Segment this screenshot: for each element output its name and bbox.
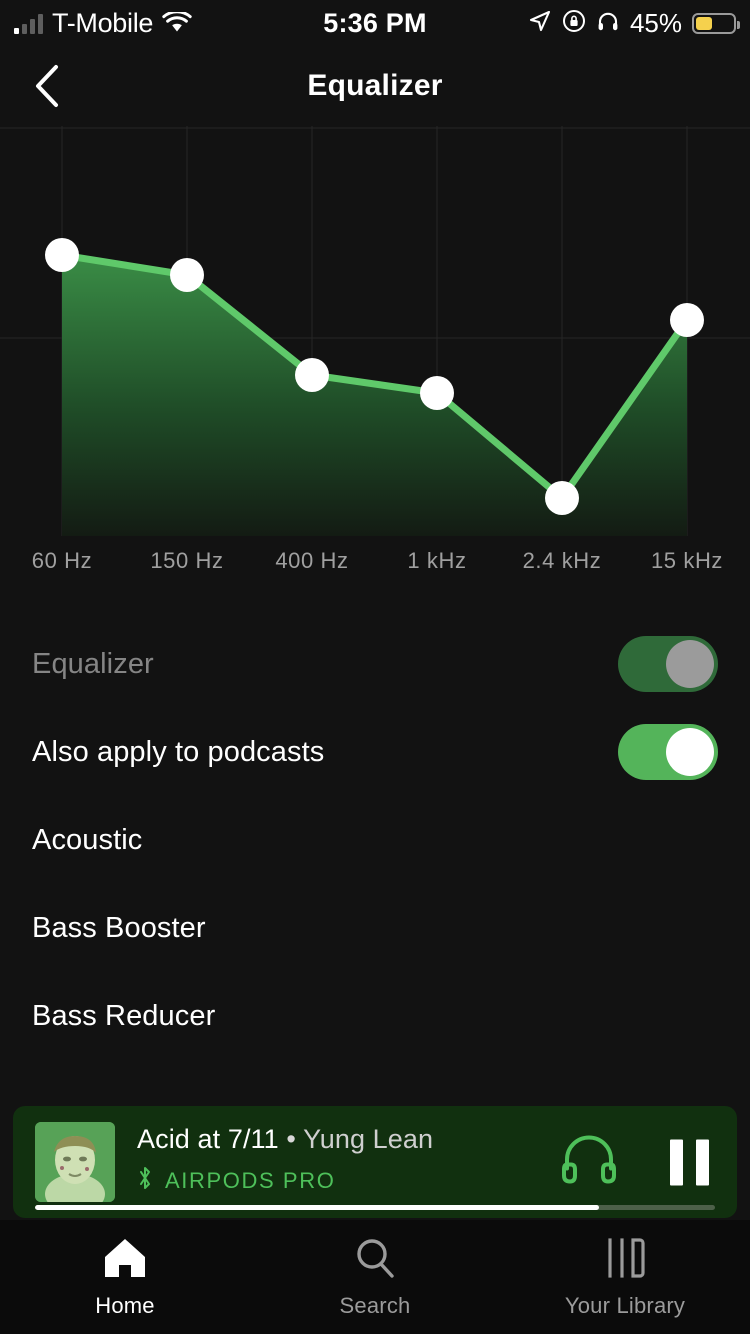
battery-percent-label: 45% [629,7,682,38]
output-device-row[interactable]: AIRPODS PRO [137,1165,433,1196]
settings-row-label: Acoustic [32,823,143,856]
frequency-label-2: 400 Hz [275,548,349,573]
tab-your-library-label: Your Library [564,1292,686,1318]
device-name-label: AIRPODS PRO [165,1167,336,1193]
now-playing-controls [560,1133,709,1192]
frequency-label-4: 2.4 kHz [522,548,602,573]
eq-band-handle[interactable] [170,258,204,292]
settings-row-bass-reducer[interactable]: Bass Reducer [0,972,750,1060]
settings-row-acoustic[interactable]: Acoustic [0,796,750,884]
artist-name: Yung Lean [303,1124,434,1154]
now-playing-text: Acid at 7/11 • Yung Lean AIRPODS PRO [137,1124,433,1196]
headphones-output-icon[interactable] [560,1133,618,1192]
tab-search-label: Search [339,1292,411,1318]
frequency-label-5: 15 kHz [650,548,724,573]
toggle-knob [666,640,714,688]
tab-your-library[interactable]: Your Library [500,1220,750,1334]
toggle-also-apply-to-podcasts[interactable] [618,724,718,780]
location-arrow-icon [528,9,552,38]
playback-progress-bar[interactable] [35,1205,715,1210]
playback-progress-fill [35,1205,600,1210]
tab-search[interactable]: Search [250,1220,500,1334]
home-icon [102,1236,148,1285]
rotation-lock-icon [562,9,586,38]
search-icon [352,1236,398,1285]
settings-row-equalizer[interactable]: Equalizer [0,620,750,708]
chart-area-fill [62,255,687,536]
eq-band-handle[interactable] [420,376,454,410]
eq-band-handle[interactable] [670,303,704,337]
library-icon [601,1236,649,1285]
settings-row-also-apply-to-podcasts[interactable]: Also apply to podcasts [0,708,750,796]
album-art[interactable] [35,1122,115,1202]
status-bar: T-Mobile 5:36 PM 45% [0,0,750,46]
track-title-line: Acid at 7/11 • Yung Lean [137,1124,433,1155]
settings-row-label: Bass Reducer [32,999,216,1032]
bottom-tab-bar: Home Search Your Library [0,1220,750,1334]
eq-band-handle[interactable] [45,238,79,272]
eq-band-handle[interactable] [295,358,329,392]
settings-list: Equalizer Also apply to podcasts Acoustic B… [0,620,750,1060]
toggle-knob [666,728,714,776]
bluetooth-icon [137,1165,153,1196]
battery-icon [692,12,740,34]
frequency-label-1: 150 Hz [150,548,224,573]
track-title: Acid at 7/11 [137,1124,279,1154]
settings-row-label: Bass Booster [32,911,206,944]
settings-row-bass-booster[interactable]: Bass Booster [0,884,750,972]
tab-home-label: Home [95,1292,155,1318]
phone-screen: T-Mobile 5:36 PM 45% Equalizer 60 Hz 150… [0,0,750,1334]
eq-band-handle[interactable] [545,481,579,515]
frequency-label-0: 60 Hz [31,548,93,573]
now-playing-bar[interactable]: Acid at 7/11 • Yung Lean AIRPODS PRO [13,1106,737,1218]
settings-row-label: Equalizer [32,647,154,680]
frequency-label-3: 1 kHz [407,548,467,573]
equalizer-curve-svg[interactable] [0,126,750,546]
toggle-equalizer[interactable] [618,636,718,692]
settings-row-label: Also apply to podcasts [32,735,325,768]
title-separator: • [286,1124,296,1154]
pause-button[interactable] [670,1139,709,1185]
equalizer-graph[interactable] [0,126,750,546]
back-button[interactable] [20,58,76,114]
status-bar-right: 45% [528,0,740,46]
headphones-icon [596,9,620,38]
frequency-axis-labels: 60 Hz 150 Hz 400 Hz 1 kHz 2.4 kHz 15 kHz [0,548,750,582]
page-title: Equalizer [307,69,443,102]
page-header: Equalizer [0,46,750,126]
tab-home[interactable]: Home [0,1220,250,1334]
